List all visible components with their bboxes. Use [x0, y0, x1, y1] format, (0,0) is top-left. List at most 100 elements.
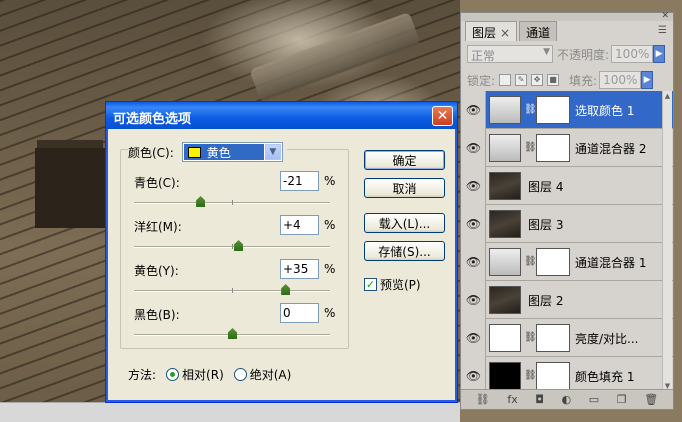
layer-thumbnail: [489, 248, 521, 276]
layer-name: 通道混合器 2: [575, 142, 647, 156]
link-icon[interactable]: ⛓: [524, 332, 537, 343]
layer-mask-thumbnail[interactable]: [536, 96, 570, 124]
opacity-input[interactable]: 100%: [611, 45, 654, 63]
layer-thumbnail: [489, 96, 521, 124]
blend-mode-select[interactable]: 正常 ▼: [467, 45, 553, 63]
layers-panel: ✕ 图层 × 通道 ☰ 正常 ▼ 不透明度: 100% ▶ 锁定: ✎ ✥ ■ 填充…: [460, 11, 674, 410]
layer-scrollbar[interactable]: ▲ ▼: [662, 91, 672, 391]
layer-row[interactable]: 👁 图层 4: [462, 167, 673, 205]
method-relative-label[interactable]: 相对(R): [182, 366, 224, 383]
eye-icon[interactable]: 👁: [462, 281, 486, 319]
link-icon[interactable]: ⛓: [524, 256, 537, 267]
load-button[interactable]: 载入(L)...: [364, 213, 445, 233]
link-icon[interactable]: ⛓: [524, 142, 537, 153]
link-icon[interactable]: ⛓: [476, 393, 490, 406]
eye-icon[interactable]: 👁: [462, 91, 486, 129]
layer-row[interactable]: 👁 ⛓ 颜色填充 1: [462, 357, 673, 391]
eye-icon[interactable]: 👁: [462, 129, 486, 167]
layer-thumbnail: [489, 324, 521, 352]
eye-icon[interactable]: 👁: [462, 205, 486, 243]
slider-value-input[interactable]: -21: [280, 171, 319, 191]
eye-icon[interactable]: 👁: [462, 167, 486, 205]
layer-name: 选取颜色 1: [575, 104, 635, 118]
yellow-swatch-icon: [187, 146, 201, 158]
method-label: 方法:: [128, 368, 157, 382]
eye-icon[interactable]: 👁: [462, 319, 486, 357]
dialog-titlebar[interactable]: 可选颜色选项 ✕: [106, 102, 457, 129]
color-select-row: 颜色(C): 黄色 ▼: [128, 142, 287, 162]
mask-icon[interactable]: ◘: [535, 393, 544, 406]
close-icon: ✕: [436, 108, 449, 124]
slider-unit: %: [324, 262, 336, 276]
method-absolute-label[interactable]: 绝对(A): [250, 366, 292, 383]
slider-value-input[interactable]: +4: [280, 215, 319, 235]
layer-mask-thumbnail[interactable]: [536, 362, 570, 390]
opacity-arrow-icon[interactable]: ▶: [653, 45, 666, 63]
close-button[interactable]: ✕: [432, 106, 453, 126]
lock-move-icon[interactable]: ✥: [531, 74, 544, 86]
layer-row[interactable]: 👁 图层 2: [462, 281, 673, 319]
folder-icon[interactable]: ▭: [589, 393, 599, 406]
color-select[interactable]: 黄色 ▼: [181, 142, 283, 162]
layer-mask-thumbnail[interactable]: [536, 248, 570, 276]
layer-name: 图层 3: [528, 218, 564, 232]
trash-icon[interactable]: 🗑: [644, 393, 658, 406]
ok-button[interactable]: 确定: [364, 150, 445, 170]
layer-row[interactable]: 👁 ⛓ 选取颜色 1: [462, 91, 673, 129]
slider-center-tick: [232, 200, 233, 205]
link-icon[interactable]: ⛓: [524, 104, 537, 115]
layer-row[interactable]: 👁 ⛓ 亮度/对比...: [462, 319, 673, 357]
link-icon[interactable]: ⛓: [524, 370, 537, 381]
slider-value-input[interactable]: +35: [280, 259, 319, 279]
train-image: [249, 11, 421, 103]
slider-value-input[interactable]: 0: [280, 303, 319, 323]
panel-menu-icon[interactable]: ☰: [658, 25, 667, 36]
preview-checkbox[interactable]: ✓: [364, 278, 377, 291]
new-layer-icon[interactable]: ❐: [617, 393, 627, 406]
eye-icon[interactable]: 👁: [462, 243, 486, 281]
panel-header[interactable]: ✕: [461, 11, 673, 21]
blend-row: 正常 ▼ 不透明度: 100% ▶: [467, 45, 666, 63]
tab-layers[interactable]: 图层 ×: [465, 21, 518, 41]
preview-label[interactable]: 预览(P): [380, 276, 421, 293]
save-button[interactable]: 存储(S)...: [364, 241, 445, 261]
lock-transparent-icon[interactable]: [499, 74, 512, 86]
slider-label: 黄色(Y):: [134, 264, 179, 278]
preview-row: ✓ 预览(P): [364, 276, 421, 293]
method-relative-radio[interactable]: [166, 368, 180, 381]
layer-row[interactable]: 👁 ⛓ 通道混合器 1: [462, 243, 673, 281]
eye-icon[interactable]: 👁: [462, 357, 486, 391]
layer-mask-thumbnail[interactable]: [536, 134, 570, 162]
blend-mode-value: 正常: [471, 49, 496, 63]
fx-icon[interactable]: fx: [507, 393, 517, 406]
canvas-status-bar: [0, 402, 460, 422]
slider-unit: %: [324, 218, 336, 232]
method-absolute-radio[interactable]: [233, 368, 247, 381]
dialog-title: 可选颜色选项: [113, 112, 192, 127]
scroll-up-icon[interactable]: ▲: [663, 91, 672, 101]
tab-channels[interactable]: 通道: [519, 21, 558, 41]
panel-close-icon[interactable]: ✕: [661, 11, 669, 21]
tab-close-icon[interactable]: ×: [500, 26, 510, 40]
selective-color-dialog: 可选颜色选项 ✕ 颜色(C): 黄色 ▼ 青色(C): -21% 洋红(M): +4%…: [105, 101, 458, 403]
cancel-button[interactable]: 取消: [364, 178, 445, 198]
check-icon: ✓: [365, 278, 376, 291]
fill-arrow-icon[interactable]: ▶: [641, 71, 654, 89]
layer-mask-thumbnail[interactable]: [536, 324, 570, 352]
slider-label: 黑色(B):: [134, 308, 180, 322]
adjustment-icon[interactable]: ◐: [562, 393, 572, 406]
layer-name: 图层 2: [528, 294, 564, 308]
tab-layers-label: 图层: [472, 26, 497, 40]
fill-input[interactable]: 100%: [599, 71, 642, 89]
radio-dot-icon: [170, 372, 176, 377]
layer-thumbnail: [489, 172, 521, 200]
slider-unit: %: [324, 306, 336, 320]
panel-tabs: 图层 × 通道: [465, 21, 559, 41]
chevron-down-icon[interactable]: ▼: [264, 144, 281, 160]
layer-row[interactable]: 👁 图层 3: [462, 205, 673, 243]
lock-brush-icon[interactable]: ✎: [515, 74, 528, 86]
layer-row[interactable]: 👁 ⛓ 通道混合器 2: [462, 129, 673, 167]
color-label: 颜色(C):: [128, 145, 174, 160]
lock-all-icon[interactable]: ■: [547, 74, 560, 86]
layer-name: 颜色填充 1: [575, 370, 635, 384]
